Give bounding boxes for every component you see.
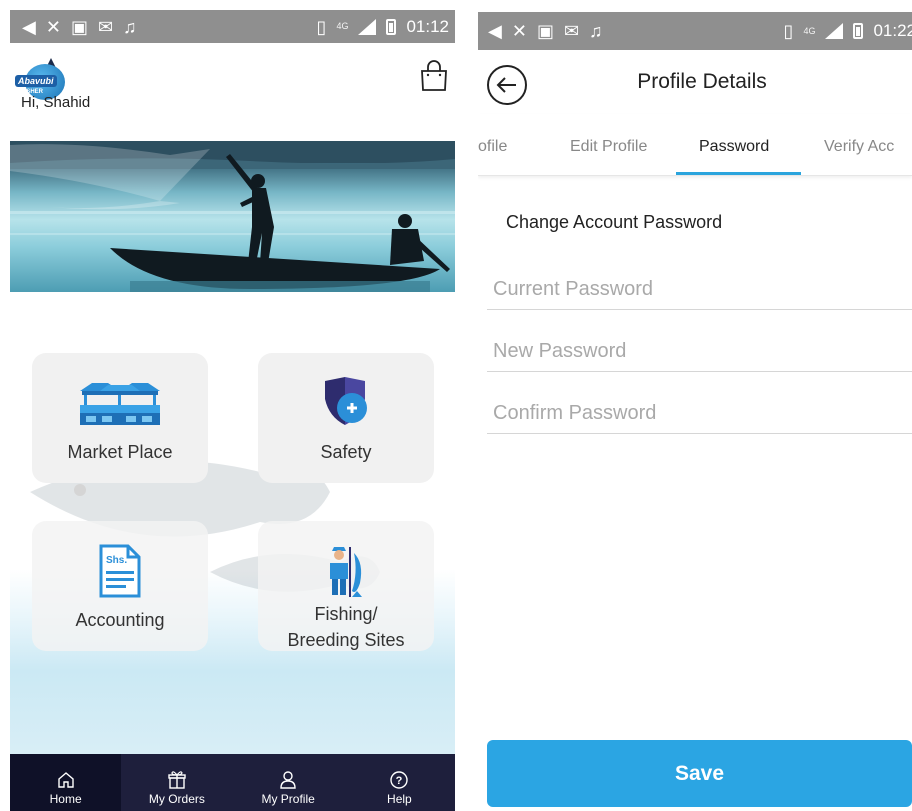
confirm-password-input[interactable]: [487, 394, 912, 434]
svg-text:?: ?: [396, 775, 403, 787]
bell-icon: ♫: [123, 16, 137, 37]
market-place-tile[interactable]: Market Place: [32, 353, 208, 483]
status-time: 01:12: [406, 16, 449, 36]
mail-icon: ✉: [97, 16, 114, 37]
fisherman-icon: [330, 547, 362, 597]
nav-home[interactable]: Home: [10, 754, 122, 811]
person-icon: [280, 771, 296, 789]
safety-shield-icon: [325, 377, 367, 425]
network-type: 4G: [336, 21, 349, 31]
signal-icon: [825, 23, 844, 39]
status-time: 01:22: [873, 21, 912, 40]
profile-tabs: ofile Edit Profile Password Verify Acc: [478, 114, 912, 176]
home-icon: [57, 772, 74, 788]
mail-icon: ✉: [563, 21, 580, 41]
accounting-document-icon: Shs.: [99, 544, 141, 598]
tab-edit-profile[interactable]: Edit Profile: [570, 138, 647, 156]
vibrate-icon: ▯: [316, 16, 327, 37]
market-place-label: Market Place: [67, 442, 173, 462]
fishing-sites-label: Fishing/ Breeding Sites: [258, 601, 434, 653]
accounting-tile[interactable]: Shs. Accounting: [32, 521, 208, 651]
image-notification-icon: ▣: [70, 16, 88, 37]
battery-icon: [386, 18, 397, 35]
bottom-navigation: Home My Orders My Profile ? Help: [10, 754, 455, 811]
greeting-text: Hi, Shahid: [21, 94, 91, 111]
profile-details-screen: ◀ ✕ ▣ ✉ ♫ ▯ 4G 01:22 Profile Details ofi…: [478, 12, 912, 811]
app-notification-icon: ✕: [45, 16, 61, 37]
accounting-icon-text: Shs.: [106, 555, 127, 566]
fishermen-banner-image: [10, 141, 455, 292]
image-notification-icon: ▣: [536, 21, 554, 41]
signal-icon: [358, 18, 377, 35]
gift-icon: [168, 771, 186, 789]
market-stall-icon: [80, 383, 160, 425]
nav-my-orders-label: My Orders: [148, 792, 205, 806]
save-button[interactable]: Save: [487, 740, 912, 807]
home-screen: ◀ ✕ ▣ ✉ ♫ ▯ 4G 01:12 Abavubi FISHER Hi, …: [10, 10, 455, 811]
logo-text: Abavubi: [15, 75, 57, 87]
bell-icon: ♫: [589, 21, 603, 41]
active-tab-indicator: [676, 172, 801, 175]
battery-icon: [853, 23, 864, 39]
nav-my-profile-label: My Profile: [261, 792, 315, 806]
tab-verify-account[interactable]: Verify Acc: [824, 138, 894, 156]
fishing-sites-label-line2: Breeding Sites: [287, 630, 405, 650]
help-icon: ?: [390, 771, 409, 789]
new-password-input[interactable]: [487, 332, 912, 372]
shopping-bag-icon[interactable]: [417, 59, 451, 93]
fishing-sites-label-line1: Fishing/: [314, 604, 378, 624]
tab-password[interactable]: Password: [699, 138, 769, 156]
vibrate-icon: ▯: [783, 21, 794, 41]
nav-help[interactable]: ? Help: [344, 754, 455, 811]
telegram-icon: ◀: [488, 21, 502, 41]
app-notification-icon: ✕: [511, 21, 527, 41]
page-title: Profile Details: [637, 70, 767, 93]
tab-profile[interactable]: ofile: [478, 138, 507, 156]
status-bar: ◀ ✕ ▣ ✉ ♫ ▯ 4G 01:22: [478, 12, 912, 50]
network-type: 4G: [803, 25, 816, 36]
telegram-icon: ◀: [22, 16, 36, 37]
current-password-input[interactable]: [487, 270, 912, 310]
fishing-sites-tile[interactable]: Fishing/ Breeding Sites: [258, 521, 434, 651]
nav-help-label: Help: [387, 792, 412, 806]
nav-home-label: Home: [49, 792, 82, 806]
accounting-label: Accounting: [75, 610, 165, 630]
section-title: Change Account Password: [506, 212, 723, 232]
nav-my-profile[interactable]: My Profile: [233, 754, 344, 811]
safety-tile[interactable]: Safety: [258, 353, 434, 483]
nav-my-orders[interactable]: My Orders: [121, 754, 232, 811]
profile-header: Profile Details: [478, 50, 912, 114]
status-bar: ◀ ✕ ▣ ✉ ♫ ▯ 4G 01:12: [10, 10, 455, 43]
safety-label: Safety: [320, 442, 372, 462]
home-menu-area: Market Place Safety Shs. Accounting Fish…: [10, 292, 455, 754]
